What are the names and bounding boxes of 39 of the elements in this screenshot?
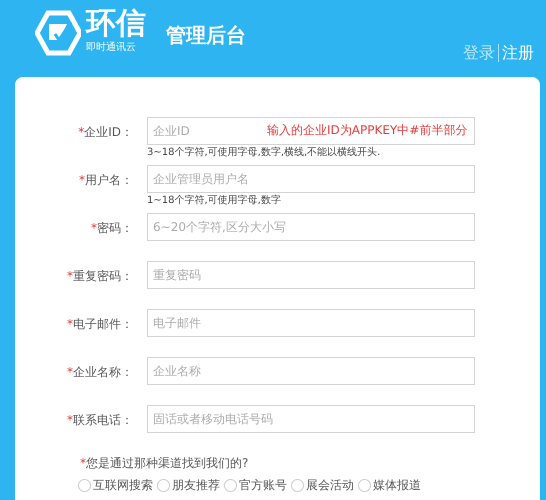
- required-mark: *: [78, 124, 84, 141]
- field-label: 企业ID：: [84, 124, 133, 141]
- input-field[interactable]: 电子邮件: [147, 309, 475, 337]
- input-field[interactable]: 重复密码: [147, 261, 475, 289]
- radio-option[interactable]: 互联网搜索: [78, 477, 153, 493]
- question-label: 您是通过那种渠道找到我们的?: [86, 455, 248, 471]
- field-label: 企业名称：: [73, 364, 133, 381]
- radio-button[interactable]: [224, 478, 237, 492]
- radio-button[interactable]: [291, 478, 304, 492]
- field-hint: 3~18个字符,可使用字母,数字,横线,不能以横线开头.: [147, 146, 382, 160]
- field-label: 联系电话：: [73, 412, 133, 429]
- field-hint: 1~18个字符,可使用字母,数字: [147, 194, 282, 208]
- input-field[interactable]: 固话或者移动电话号码: [147, 405, 475, 433]
- required-mark: *: [80, 455, 86, 471]
- required-mark: *: [67, 412, 73, 429]
- page-title: 管理后台: [166, 22, 246, 49]
- radio-button[interactable]: [358, 478, 371, 492]
- field-label: 用户名：: [85, 172, 133, 189]
- field-label: 密码：: [97, 220, 133, 237]
- input-field[interactable]: 企业名称: [147, 357, 475, 385]
- required-mark: *: [67, 268, 73, 285]
- radio-option[interactable]: 朋友推荐: [157, 477, 220, 493]
- radio-option[interactable]: 展会活动: [291, 477, 354, 493]
- annotation-note: 输入的企业ID为APPKEY中#前半部分: [267, 122, 468, 139]
- radio-option[interactable]: 媒体报道: [358, 477, 421, 493]
- brand-tagline: 即时通讯云: [86, 42, 136, 54]
- required-mark: *: [91, 220, 97, 237]
- logo-icon: [35, 10, 81, 56]
- radio-option[interactable]: 官方账号: [224, 477, 287, 493]
- input-field[interactable]: 6~20个字符,区分大小写: [147, 213, 475, 241]
- required-mark: *: [79, 172, 85, 189]
- brand-name: 环信: [86, 6, 146, 42]
- required-mark: *: [67, 316, 73, 333]
- field-label: 电子邮件：: [73, 316, 133, 333]
- radio-button[interactable]: [78, 478, 91, 492]
- required-mark: *: [67, 364, 73, 381]
- input-field[interactable]: 企业管理员用户名: [147, 165, 475, 193]
- radio-button[interactable]: [157, 478, 170, 492]
- field-label: 重复密码：: [73, 268, 133, 285]
